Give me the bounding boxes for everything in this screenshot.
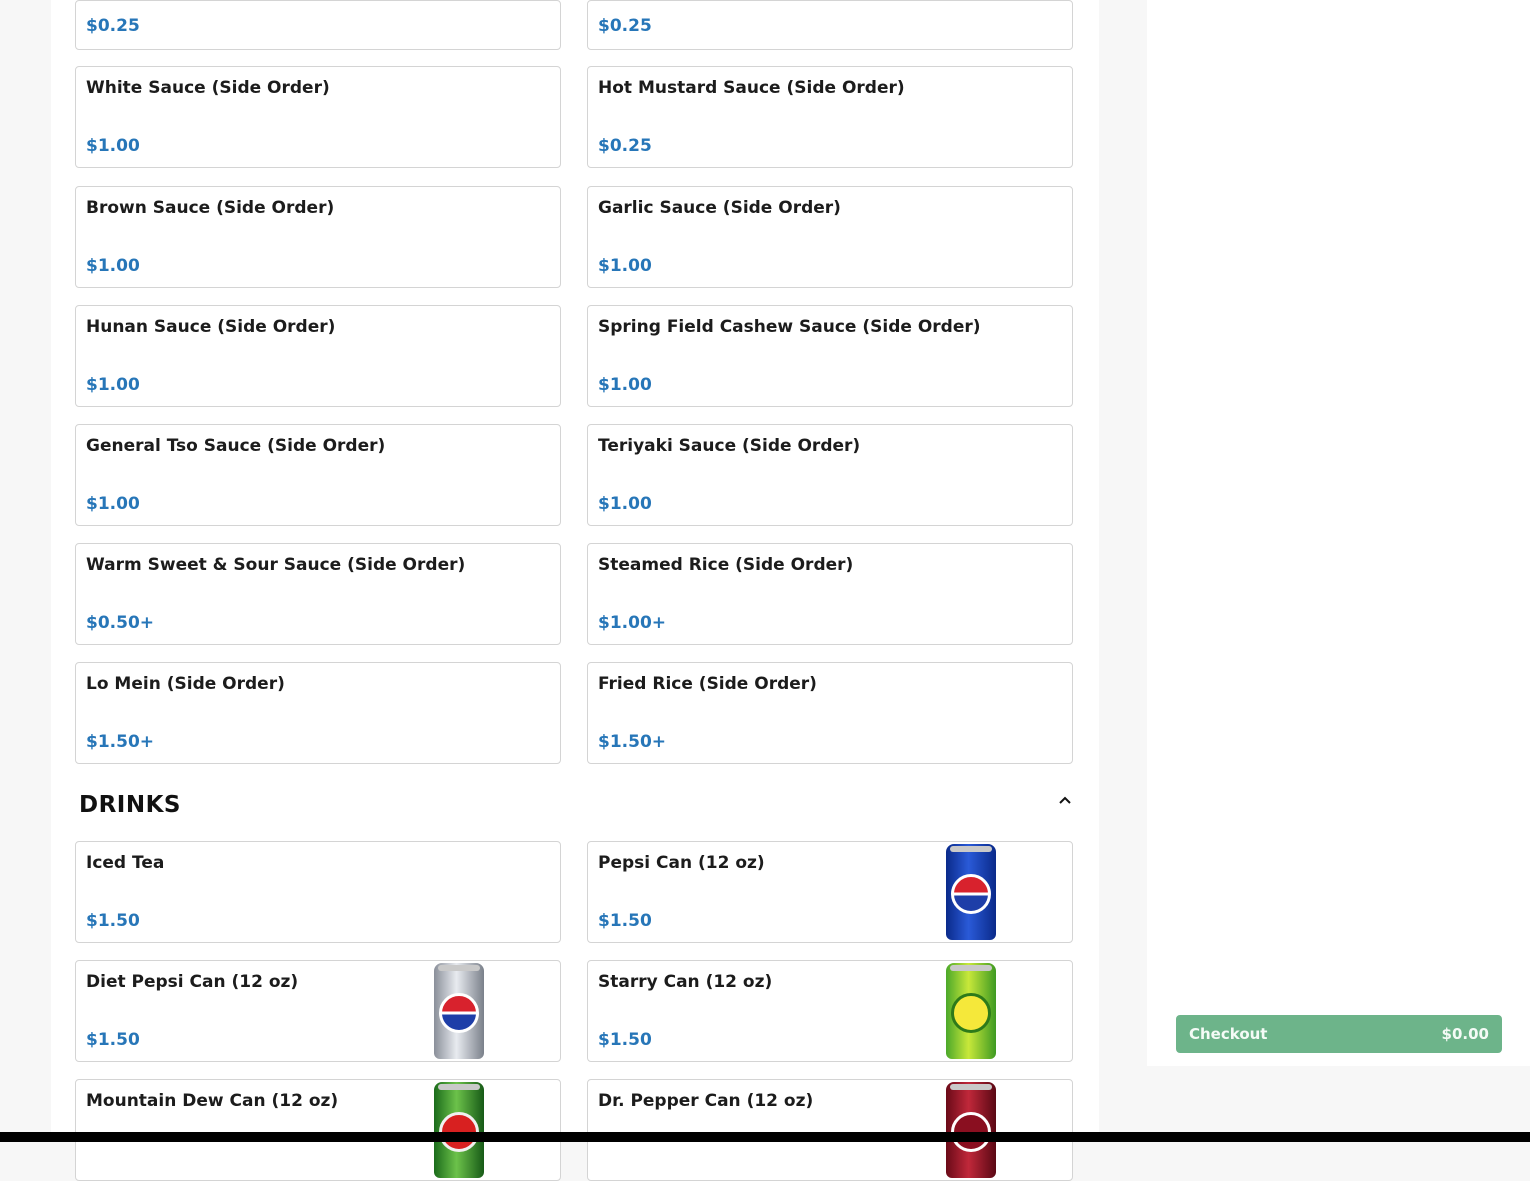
cart-total: $0.00 [1441,1025,1489,1043]
item-name: Teriyaki Sauce (Side Order) [598,436,861,456]
chevron-up-icon [1059,796,1071,804]
menu-item-card[interactable]: Pepsi Can (12 oz) $1.50 [587,841,1073,943]
section-title-drinks: DRINKS [79,792,181,818]
menu-item-card[interactable]: Steamed Rice (Side Order) $1.00+ [587,543,1073,645]
menu-item-card[interactable]: Warm Sweet & Sour Sauce (Side Order) $0.… [75,543,561,645]
menu-item-card[interactable]: Spring Field Cashew Sauce (Side Order) $… [587,305,1073,407]
item-name: General Tso Sauce (Side Order) [86,436,386,456]
menu-item-card[interactable]: Dr. Pepper Can (12 oz) [587,1079,1073,1181]
item-name: Pepsi Can (12 oz) [598,853,765,873]
item-price: $1.50+ [598,732,667,752]
item-name: Warm Sweet & Sour Sauce (Side Order) [86,555,466,575]
item-name: Steamed Rice (Side Order) [598,555,854,575]
menu-item-card[interactable]: Mountain Dew Can (12 oz) [75,1079,561,1181]
item-name: Hunan Sauce (Side Order) [86,317,336,337]
item-price: $1.00+ [598,613,667,633]
menu-item-card[interactable]: Hot Mustard Sauce (Side Order) $0.25 [587,66,1073,168]
dr-pepper-can-image [946,1082,996,1178]
collapse-section-button[interactable] [1055,790,1075,810]
menu-item-card[interactable]: Lo Mein (Side Order) $1.50+ [75,662,561,764]
item-name: Brown Sauce (Side Order) [86,198,335,218]
item-price: $1.50 [598,911,652,931]
starry-can-image [946,963,996,1059]
item-price: $1.00 [86,494,140,514]
menu-item-card[interactable]: Garlic Sauce (Side Order) $1.00 [587,186,1073,288]
menu-item-card[interactable]: Fried Rice (Side Order) $1.50+ [587,662,1073,764]
menu-item-card[interactable]: Starry Can (12 oz) $1.50 [587,960,1073,1062]
menu-item-card[interactable]: Diet Pepsi Can (12 oz) $1.50 [75,960,561,1062]
checkout-button[interactable]: Checkout $0.00 [1176,1015,1502,1053]
item-name: Starry Can (12 oz) [598,972,773,992]
item-name: Fried Rice (Side Order) [598,674,817,694]
item-name: Diet Pepsi Can (12 oz) [86,972,299,992]
pepsi-can-image [946,844,996,940]
menu-item-card[interactable]: Hunan Sauce (Side Order) $1.00 [75,305,561,407]
item-price: $1.50+ [86,732,155,752]
item-price: $0.25 [598,16,652,36]
menu-item-card[interactable]: $0.25 [75,0,561,50]
item-name: Hot Mustard Sauce (Side Order) [598,78,905,98]
item-price: $1.50 [86,1030,140,1050]
item-price: $1.50 [86,911,140,931]
item-name: White Sauce (Side Order) [86,78,330,98]
bottom-bar [0,1132,1530,1142]
item-name: Mountain Dew Can (12 oz) [86,1091,339,1111]
mountain-dew-can-image [434,1082,484,1178]
diet-pepsi-can-image [434,963,484,1059]
item-name: Spring Field Cashew Sauce (Side Order) [598,317,981,337]
item-price: $1.00 [598,494,652,514]
item-price: $1.00 [598,256,652,276]
item-price: $0.25 [598,136,652,156]
item-price: $1.00 [86,256,140,276]
item-name: Dr. Pepper Can (12 oz) [598,1091,814,1111]
item-price: $1.00 [86,136,140,156]
menu-item-card[interactable]: White Sauce (Side Order) $1.00 [75,66,561,168]
menu-item-card[interactable]: $0.25 [587,0,1073,50]
item-price: $1.00 [86,375,140,395]
item-name: Lo Mein (Side Order) [86,674,285,694]
checkout-label: Checkout [1189,1025,1268,1043]
item-price: $1.00 [598,375,652,395]
menu-item-card[interactable]: Iced Tea $1.50 [75,841,561,943]
menu-item-card[interactable]: General Tso Sauce (Side Order) $1.00 [75,424,561,526]
menu-item-card[interactable]: Teriyaki Sauce (Side Order) $1.00 [587,424,1073,526]
item-name: Iced Tea [86,853,165,873]
menu-item-card[interactable]: Brown Sauce (Side Order) $1.00 [75,186,561,288]
cart-panel [1147,0,1530,1066]
item-name: Garlic Sauce (Side Order) [598,198,841,218]
item-price: $0.50+ [86,613,155,633]
item-price: $0.25 [86,16,140,36]
item-price: $1.50 [598,1030,652,1050]
